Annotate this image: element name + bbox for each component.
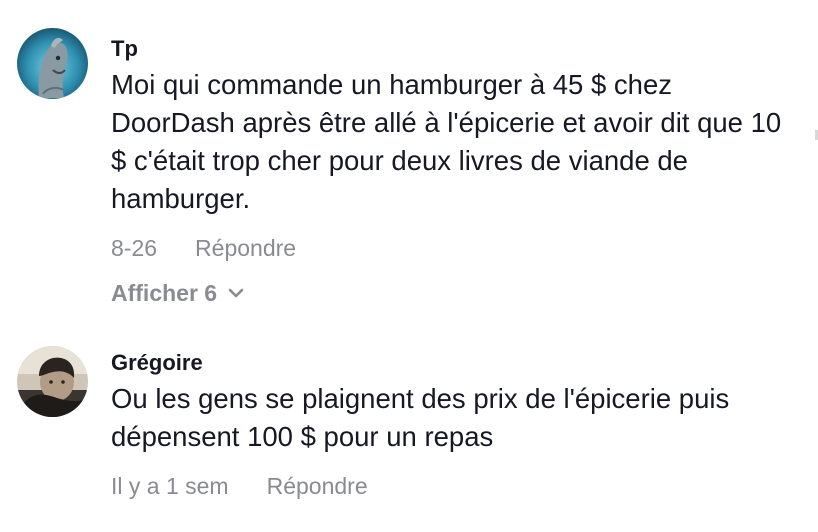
comment-text: Moi qui commande un hamburger à 45 $ che… bbox=[111, 69, 782, 214]
person-avatar-icon bbox=[17, 346, 88, 417]
comment-date: Il y a 1 sem bbox=[111, 473, 229, 499]
avatar[interactable] bbox=[17, 346, 88, 417]
comment-meta: 8-26 Répondre bbox=[111, 233, 798, 263]
reply-button[interactable]: Répondre bbox=[267, 471, 368, 501]
comment-text: Ou les gens se plaignent des prix de l'é… bbox=[111, 383, 730, 452]
comment-date: 8-26 bbox=[111, 235, 158, 261]
reply-button[interactable]: Répondre bbox=[195, 233, 296, 263]
comment-username[interactable]: Tp bbox=[111, 36, 798, 62]
chevron-down-icon bbox=[228, 288, 244, 298]
comment-username[interactable]: Grégoire bbox=[111, 350, 798, 376]
dolphin-avatar-icon bbox=[17, 28, 88, 99]
view-replies-button[interactable]: Afficher 6 bbox=[111, 278, 798, 308]
view-replies-label: Afficher 6 bbox=[111, 280, 218, 306]
comment-meta: Il y a 1 sem Répondre bbox=[111, 471, 798, 501]
avatar[interactable] bbox=[17, 28, 88, 99]
